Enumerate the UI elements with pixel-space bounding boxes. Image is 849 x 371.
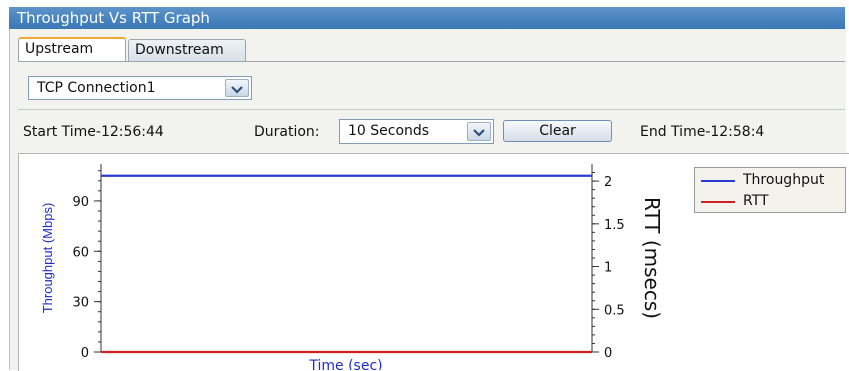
y2-tick-label: 0 [604, 346, 612, 361]
chart-axes [100, 164, 593, 352]
y-axis-label: Throughput (Mbps) [40, 203, 55, 314]
chart-legend: Throughput RTT [694, 167, 846, 213]
y2-tick-label: 0.5 [604, 303, 625, 318]
legend-label-rtt: RTT [743, 193, 769, 209]
y2-tick-label: 1.5 [604, 218, 625, 233]
y2-axis-label: RTT (msecs) [640, 197, 664, 319]
y-tick-label: 90 [72, 195, 89, 210]
legend-swatch-rtt [701, 201, 735, 203]
x-axis-label: Time (sec) [308, 358, 382, 370]
y-tick-label: 30 [72, 296, 89, 311]
y-tick-label: 60 [72, 245, 89, 260]
legend-swatch-throughput [701, 180, 735, 182]
y2-tick-label: 2 [604, 175, 612, 190]
y2-tick-label: 1 [604, 261, 612, 276]
y-tick-label: 0 [81, 346, 89, 361]
legend-label-throughput: Throughput [743, 172, 825, 188]
chart-series [101, 174, 592, 354]
chart-ticks: 0 30 60 90 0 0.5 1 1.5 2 [72, 170, 625, 361]
